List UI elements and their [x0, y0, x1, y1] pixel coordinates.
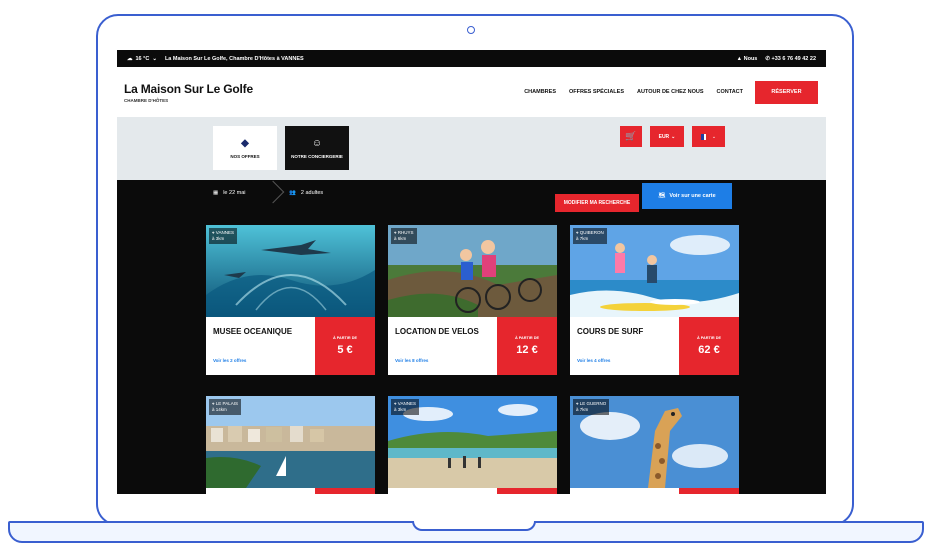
- tab-concierge[interactable]: ☺ NOTRE CONCIERGERIE: [285, 126, 349, 170]
- location-tag: ⌖ QUIBERON à 7km: [573, 228, 607, 244]
- location-tag: ⌖ VANNES à 3km: [391, 399, 419, 415]
- guests-value: 2 adultes: [300, 190, 324, 196]
- offer-image: ⌖ LE PALAIS à 14km: [206, 396, 375, 488]
- offer-card[interactable]: ⌖ RHUYS à 6km LOCATION DE VELOS Voir les…: [388, 225, 557, 375]
- cart-button[interactable]: 🛒: [620, 126, 642, 147]
- french-flag-icon: [700, 133, 709, 140]
- location-tag: ⌖ VANNES à 3km: [209, 228, 237, 244]
- view-map-label: Voir sur une carte: [669, 193, 716, 199]
- date-value: le 22 mai: [223, 190, 246, 196]
- offer-card[interactable]: ⌖ LE GUERNO à 7km: [570, 396, 739, 494]
- brand-logo[interactable]: La Maison Sur Le Golfe CHAMBRE D'HÔTES: [124, 82, 253, 103]
- language-select[interactable]: ⌄: [692, 126, 725, 147]
- price-from-label: À PARTIR DE: [515, 336, 539, 340]
- offer-card[interactable]: ⌖ VANNES à 3km MUSEE OCEANIQUE Voir les …: [206, 225, 375, 375]
- view-map-button[interactable]: 🗺 Voir sur une carte: [642, 183, 732, 209]
- price-from-label: À PARTIR DE: [333, 336, 357, 340]
- offer-image: ⌖ VANNES à 3km: [206, 225, 375, 317]
- modify-search-button[interactable]: MODIFIER MA RECHERCHE: [555, 194, 639, 212]
- tag-icon: ◆: [241, 137, 249, 149]
- location-tag: ⌖ RHUYS à 6km: [391, 228, 417, 244]
- brand-subtitle: CHAMBRE D'HÔTES: [124, 97, 169, 103]
- date-field[interactable]: ▦ le 22 mai: [213, 190, 246, 196]
- offer-image: ⌖ QUIBERON à 7km: [570, 225, 739, 317]
- offer-card[interactable]: ⌖ LE PALAIS à 14km: [206, 396, 375, 494]
- offer-image: ⌖ LE GUERNO à 7km: [570, 396, 739, 488]
- offer-image: ⌖ VANNES à 3km: [388, 396, 557, 488]
- cart-icon: 🛒: [625, 131, 637, 141]
- guests-field[interactable]: 👥 2 adultes: [289, 190, 323, 196]
- chevron-down-icon: ⌄: [152, 55, 157, 62]
- reserve-button[interactable]: RÉSERVER: [755, 80, 818, 104]
- offer-image: ⌖ RHUYS à 6km: [388, 225, 557, 317]
- website-screen: ☁ 16 °C ⌄ La Maison Sur Le Golfe, Chambr…: [117, 50, 826, 494]
- phone-link[interactable]: ✆ +33 6 76 49 42 22: [765, 56, 816, 62]
- offer-title: LOCATION DE VELOS: [395, 327, 479, 336]
- brand-title: La Maison Sur Le Golfe: [124, 81, 253, 96]
- nav-item-chambres[interactable]: CHAMBRES: [524, 89, 556, 95]
- tab-our-offers[interactable]: ◆ NOS OFFRES: [213, 126, 277, 170]
- offer-link[interactable]: Voir les 8 offres: [395, 358, 428, 363]
- nav-item-contact[interactable]: CONTACT: [717, 89, 743, 95]
- tools-band: ◆ NOS OFFRES ☺ NOTRE CONCIERGERIE 🛒 EUR …: [117, 117, 826, 180]
- price-from-label: À PARTIR DE: [697, 336, 721, 340]
- search-bar: ▦ le 22 mai 👥 2 adultes MODIFIER MA RECH…: [117, 180, 826, 224]
- site-header: La Maison Sur Le Golfe CHAMBRE D'HÔTES C…: [117, 67, 826, 117]
- price-box: À PARTIR DE 5 €: [315, 317, 375, 375]
- calendar-icon: ▦: [213, 190, 219, 196]
- currency-value: EUR: [658, 133, 670, 140]
- chevron-down-icon: ⌄: [711, 133, 717, 140]
- price-box: À PARTIR DE 62 €: [679, 317, 739, 375]
- price-value: 5 €: [337, 344, 353, 356]
- contact-link[interactable]: ▲ Nous: [737, 56, 758, 62]
- offer-title: COURS DE SURF: [577, 327, 644, 336]
- price-box: À PARTIR DE 12 €: [497, 317, 557, 375]
- cloud-icon: ☁: [127, 55, 133, 62]
- offer-link[interactable]: Voir les 4 offres: [577, 358, 610, 363]
- price-value: 62 €: [698, 344, 720, 356]
- laptop-notch: [412, 521, 536, 531]
- location-tag: ⌖ LE PALAIS à 14km: [209, 399, 241, 415]
- top-bar: ☁ 16 °C ⌄ La Maison Sur Le Golfe, Chambr…: [117, 50, 826, 67]
- concierge-icon: ☺: [311, 137, 323, 149]
- weather-widget[interactable]: ☁ 16 °C ⌄: [127, 56, 157, 62]
- nav-item-autour[interactable]: AUTOUR DE CHEZ NOUS: [637, 89, 704, 95]
- price-value: 12 €: [516, 344, 538, 356]
- tab-our-offers-label: NOS OFFRES: [230, 153, 260, 159]
- offer-card[interactable]: ⌖ QUIBERON à 7km COURS DE SURF Voir les …: [570, 225, 739, 375]
- tagline: La Maison Sur Le Golfe, Chambre D'Hôtes …: [164, 55, 304, 62]
- nav-item-offres[interactable]: OFFRES SPÉCIALES: [569, 89, 624, 95]
- chevron-down-icon: ⌄: [671, 133, 676, 140]
- tab-concierge-label: NOTRE CONCIERGERIE: [291, 153, 343, 159]
- offer-card[interactable]: ⌖ VANNES à 3km: [388, 396, 557, 494]
- map-icon: 🗺: [658, 193, 666, 199]
- main-nav: CHAMBRES OFFRES SPÉCIALES AUTOUR DE CHEZ…: [253, 89, 743, 95]
- offer-title: MUSEE OCEANIQUE: [213, 327, 293, 336]
- people-icon: 👥: [289, 190, 296, 196]
- currency-select[interactable]: EUR ⌄: [650, 126, 684, 147]
- offer-link[interactable]: Voir les 2 offres: [213, 358, 246, 363]
- weather-value: 16 °C: [135, 55, 150, 62]
- separator-chevron: [261, 180, 285, 204]
- location-tag: ⌖ LE GUERNO à 7km: [573, 399, 610, 415]
- camera-icon: [467, 26, 475, 34]
